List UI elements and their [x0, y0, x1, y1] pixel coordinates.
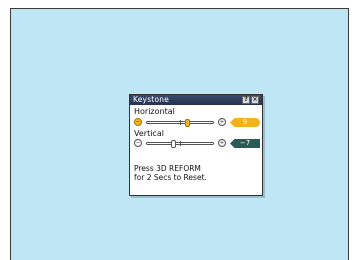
vertical-value: −7 — [230, 139, 260, 148]
horizontal-center-tick — [180, 120, 181, 125]
vertical-label: Vertical — [134, 129, 164, 138]
close-button[interactable]: × — [251, 96, 259, 104]
vertical-decrease-icon[interactable]: − — [134, 139, 142, 147]
help-button[interactable]: ? — [242, 96, 250, 104]
keystone-dialog: Keystone ? × Horizontal − + 9 Vertical −… — [129, 94, 263, 196]
horizontal-increase-icon[interactable]: + — [218, 118, 226, 126]
vertical-slider-track[interactable] — [146, 140, 214, 148]
dialog-titlebar: Keystone ? × — [130, 95, 262, 105]
vertical-increase-icon[interactable]: + — [218, 139, 226, 147]
reset-hint-line1: Press 3D REFORM — [134, 164, 201, 173]
horizontal-label: Horizontal — [134, 107, 175, 116]
horizontal-value: 9 — [230, 118, 260, 127]
reset-hint: Press 3D REFORM for 2 Secs to Reset. — [134, 164, 207, 182]
projector-screen: Keystone ? × Horizontal − + 9 Vertical −… — [10, 8, 349, 260]
horizontal-slider-thumb[interactable] — [185, 119, 190, 127]
dialog-title: Keystone — [133, 95, 170, 104]
reset-hint-line2: for 2 Secs to Reset. — [134, 173, 207, 182]
vertical-slider-row[interactable]: − + −7 — [134, 139, 260, 149]
horizontal-slider-row[interactable]: − + 9 — [134, 118, 260, 128]
vertical-center-tick — [180, 141, 181, 146]
horizontal-slider-track[interactable] — [146, 119, 214, 127]
horizontal-decrease-icon[interactable]: − — [134, 118, 142, 126]
vertical-slider-thumb[interactable] — [171, 140, 176, 148]
